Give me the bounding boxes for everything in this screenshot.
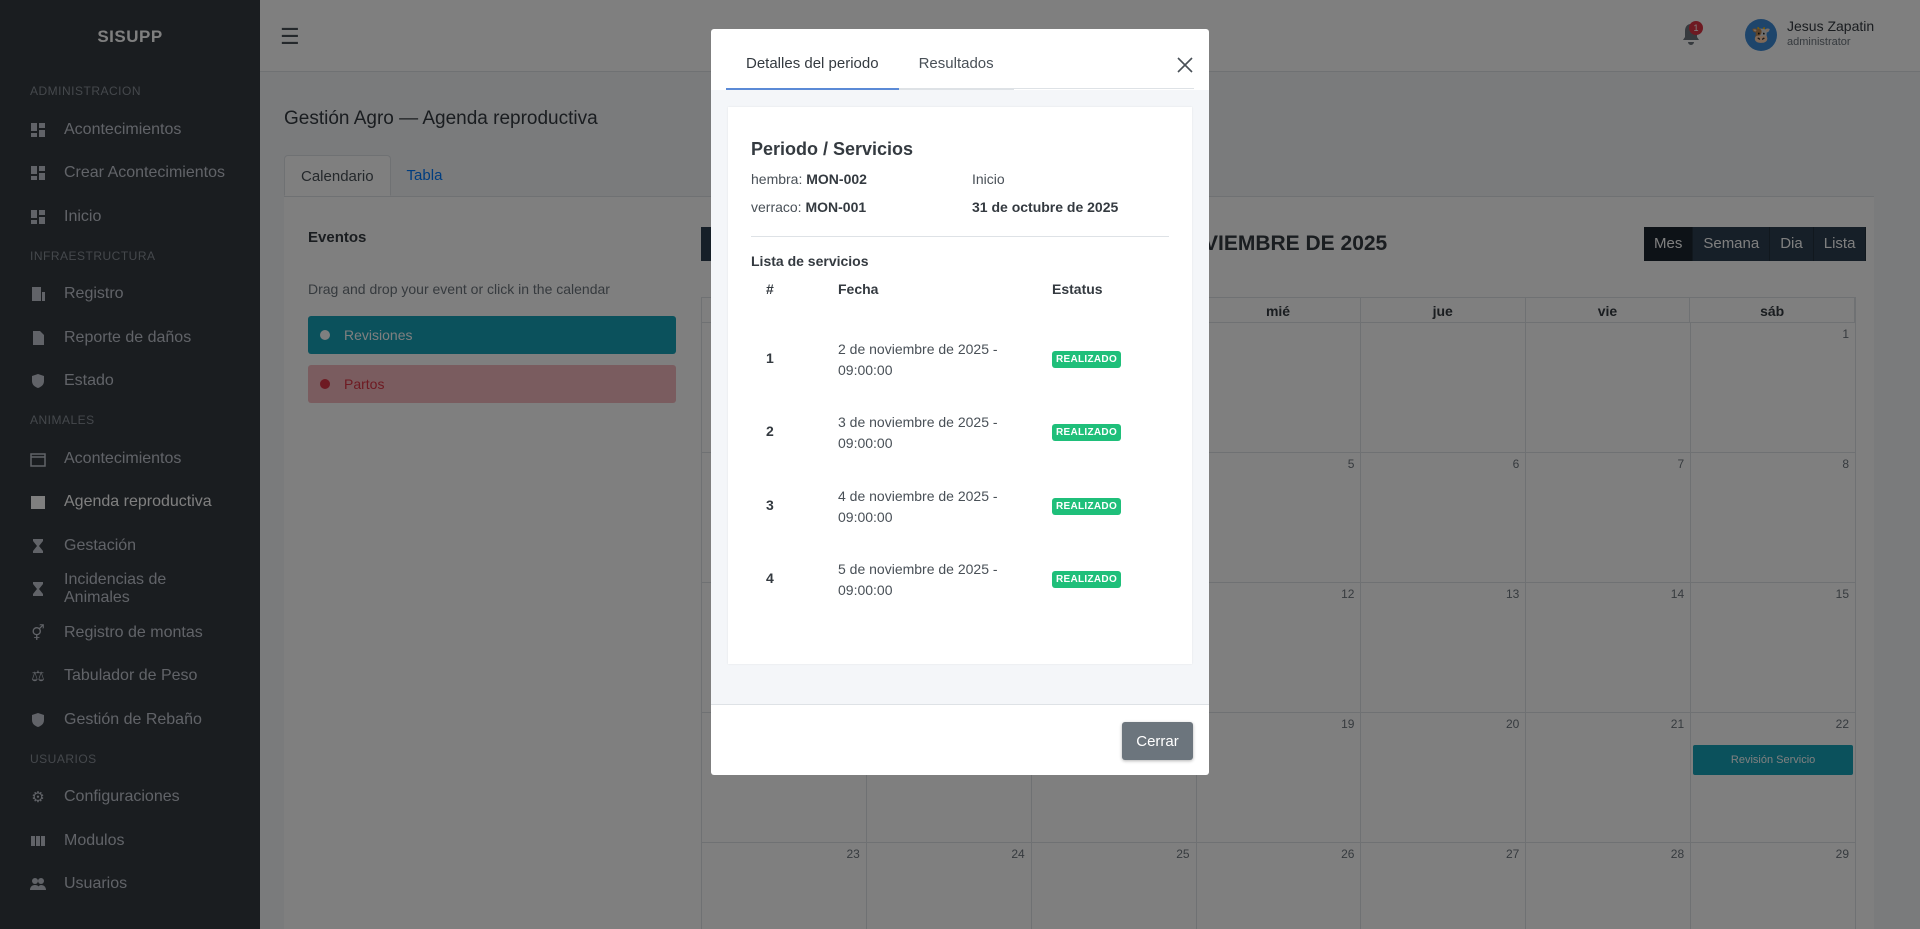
status-badge: REALIZADO	[1052, 571, 1122, 588]
cerrar-button[interactable]: Cerrar	[1122, 722, 1193, 760]
column-header-fecha: Fecha	[838, 281, 879, 297]
inicio-value: 31 de octubre de 2025	[972, 199, 1119, 215]
verraco-field: verraco: MON-001	[751, 199, 866, 215]
row-number: 4	[766, 570, 774, 586]
row-date-line1: 3 de noviembre de 2025 -	[838, 414, 998, 430]
row-date: 5 de noviembre de 2025 - 09:00:00	[838, 559, 1018, 601]
status-badge: REALIZADO	[1052, 498, 1122, 515]
row-date-line2: 09:00:00	[838, 435, 893, 451]
column-header-number: #	[766, 281, 774, 297]
divider	[751, 236, 1169, 237]
period-card: Periodo / Servicios hembra: MON-002 verr…	[728, 107, 1192, 664]
list-title: Lista de servicios	[751, 253, 869, 269]
row-date-line1: 5 de noviembre de 2025 -	[838, 561, 998, 577]
modal-footer-divider	[711, 704, 1209, 705]
hembra-value: MON-002	[806, 171, 867, 187]
period-details-modal: Detalles del periodo Resultados Periodo …	[711, 29, 1209, 775]
row-number: 1	[766, 350, 774, 366]
row-date-line2: 09:00:00	[838, 509, 893, 525]
section-title: Periodo / Servicios	[751, 139, 914, 159]
row-date-line2: 09:00:00	[838, 362, 893, 378]
status-badge: REALIZADO	[1052, 424, 1122, 441]
modal-tabs: Detalles del periodo Resultados	[726, 29, 1194, 90]
row-date-line1: 2 de noviembre de 2025 -	[838, 341, 998, 357]
row-date: 2 de noviembre de 2025 - 09:00:00	[838, 339, 1018, 381]
row-date: 3 de noviembre de 2025 - 09:00:00	[838, 412, 1018, 454]
status-badge: REALIZADO	[1052, 351, 1122, 368]
tab-detalles-periodo[interactable]: Detalles del periodo	[726, 29, 899, 90]
column-header-estatus: Estatus	[1052, 281, 1103, 297]
close-icon[interactable]	[1175, 55, 1195, 75]
hembra-field: hembra: MON-002	[751, 171, 867, 187]
row-number: 2	[766, 423, 774, 439]
inicio-label: Inicio	[972, 171, 1005, 187]
row-date: 4 de noviembre de 2025 - 09:00:00	[838, 486, 1018, 528]
hembra-label: hembra:	[751, 171, 803, 187]
tab-resultados[interactable]: Resultados	[898, 29, 1014, 90]
row-date-line2: 09:00:00	[838, 582, 893, 598]
row-date-line1: 4 de noviembre de 2025 -	[838, 488, 998, 504]
verraco-value: MON-001	[805, 199, 867, 215]
verraco-label: verraco:	[751, 199, 802, 215]
row-number: 3	[766, 497, 774, 513]
